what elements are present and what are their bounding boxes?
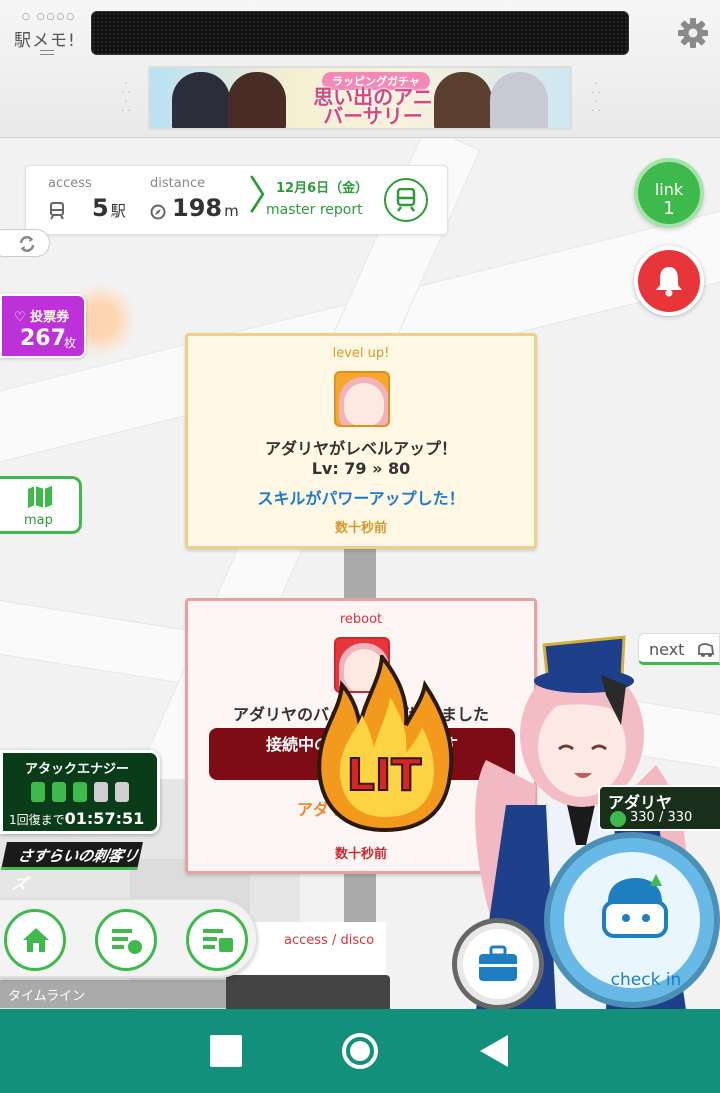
back-triangle-icon [480,1035,508,1067]
sparkle-decoration: · · · · · · [121,79,131,117]
refresh-button[interactable] [0,229,50,257]
back-button[interactable] [478,1033,510,1073]
station-list-button[interactable] [384,178,428,222]
train-icon [396,188,416,212]
timeline-label[interactable]: タイムライン [8,985,85,1004]
app-logo: ○ ○○○○ 駅メモ! [14,12,78,55]
home-icon [23,928,49,952]
check-in-button[interactable]: check in [544,832,720,1008]
energy-bar [94,782,108,802]
map-icon [28,486,52,508]
app-header: ○ ○○○○ 駅メモ! · · · · · · · · · · · · ラッピングガチャ 思… [0,0,720,138]
link-count: 1 [663,198,675,219]
discovery-tab[interactable] [226,975,390,1013]
distance-value: 198 m [172,194,239,222]
character-avatar [334,371,390,427]
vote-ticket-button[interactable]: ♡ 投票券 267 枚 [0,294,86,358]
vote-ticket-count: 267 [20,326,66,351]
timestamp: 数十秒前 [334,521,387,536]
energy-bar [115,782,129,802]
refresh-icon [19,236,35,252]
sparkle-decoration: · · · · · · [591,79,601,117]
lit-flame-badge: LIT [310,651,460,835]
briefcase-icon [479,945,517,981]
home-system-button[interactable] [342,1033,378,1069]
station-log-button[interactable] [95,909,157,971]
map-button[interactable]: map [0,476,82,534]
access-stats-panel: access 5駅 distance 198 m 〉 12月6日（金） maste… [25,165,448,235]
notification-button[interactable] [634,246,704,316]
report-date: 12月6日（金） [276,181,369,196]
gacha-banner[interactable]: ラッピングガチャ 思い出のアニバーサリー [148,66,572,130]
bottom-navigation [0,898,258,978]
home-button[interactable] [4,909,66,971]
energy-bar [52,782,66,802]
link-button[interactable]: link 1 [634,158,704,228]
energy-timer: 01:57:51 [64,809,145,828]
gear-icon[interactable] [676,16,710,50]
energy-bar [31,782,45,802]
rival-liz-banner[interactable]: さすらいの刺客リズ [1,842,143,893]
news-ticker[interactable] [91,11,629,55]
access-count: 5駅 [92,194,126,222]
system-navigation-bar [0,1009,720,1093]
banner-title: 思い出のアニバーサリー [313,85,433,128]
recent-apps-button[interactable] [210,1035,242,1067]
list-station-icon [203,929,233,952]
attack-energy-panel: アタックエナジー 1回復まで01:57:51 [0,750,160,834]
master-report-link[interactable]: master report [266,202,363,218]
list-train-icon [112,929,142,954]
hp-icon [610,811,626,827]
energy-bar [73,782,87,802]
level-up-notification[interactable]: level up! アダリヤがレベルアップ！ Lv: 79 » 80 スキルがパ… [185,333,537,549]
character-hp: 330 / 330 [630,810,693,825]
character-badge[interactable]: アダリヤ 330 / 330 [598,785,720,831]
train-icon [50,202,64,220]
lit-label: LIT [347,750,421,801]
bell-icon [656,267,682,297]
items-button[interactable] [452,918,544,1010]
compass-icon [150,204,166,220]
denco-mascot-icon [602,874,668,938]
route-button[interactable] [186,909,248,971]
